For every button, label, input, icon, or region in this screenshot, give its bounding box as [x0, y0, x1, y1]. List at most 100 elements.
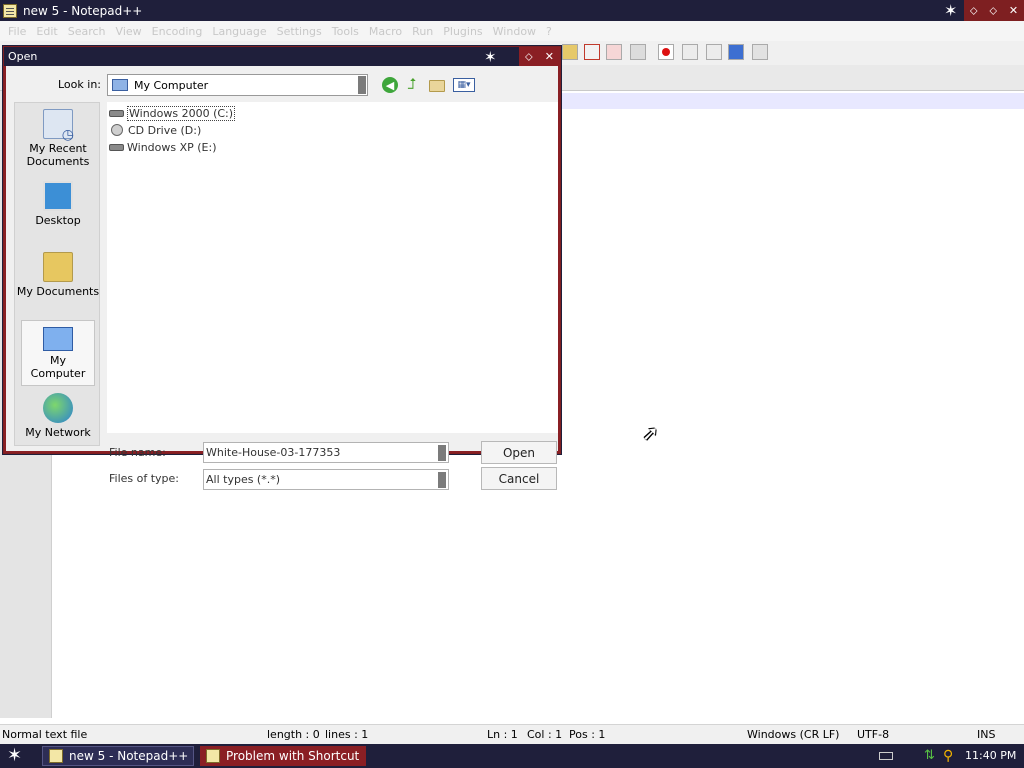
- close-icon[interactable]: ✕: [545, 50, 554, 63]
- back-icon[interactable]: ◀: [382, 77, 398, 93]
- minimize-icon[interactable]: ⬦: [970, 4, 978, 18]
- menu-language[interactable]: Language: [212, 25, 266, 38]
- window-controls: ⬦ ⬦ ✕: [964, 0, 1024, 21]
- view-menu-icon[interactable]: ▦▾: [453, 78, 475, 92]
- start-button[interactable]: ✶: [7, 745, 22, 766]
- status-eol: Windows (CR LF): [747, 728, 840, 741]
- save-macro-icon[interactable]: [752, 44, 768, 60]
- look-in-value: My Computer: [134, 78, 209, 92]
- drive-label: CD Drive (D:): [128, 123, 202, 137]
- star-icon[interactable]: ✶: [944, 1, 957, 20]
- look-in-label: Look in:: [58, 78, 101, 91]
- record-macro-icon[interactable]: [658, 44, 674, 60]
- open-button[interactable]: Open: [481, 441, 557, 464]
- menu-macro[interactable]: Macro: [369, 25, 402, 38]
- status-doc-type: Normal text file: [2, 728, 88, 741]
- replace-icon[interactable]: [584, 44, 600, 60]
- list-item[interactable]: CD Drive (D:): [109, 122, 201, 138]
- my-documents-icon: [43, 252, 73, 282]
- help-icon[interactable]: ⬦: [525, 50, 533, 64]
- status-lines: lines : 1: [325, 728, 369, 741]
- menu-run[interactable]: Run: [412, 25, 433, 38]
- place-label: My Computer: [30, 354, 86, 380]
- mouse-cursor-icon: ➚: [642, 421, 659, 445]
- taskbar: ✶ new 5 - Notepad++ Problem with Shortcu…: [0, 744, 1024, 768]
- place-label: My Documents: [16, 285, 100, 298]
- dropdown-button[interactable]: [438, 472, 446, 488]
- dialog-controls: ⬦ ✕: [519, 47, 560, 66]
- play-macro-icon[interactable]: [706, 44, 722, 60]
- stop-macro-icon[interactable]: [682, 44, 698, 60]
- taskbar-item-notepad[interactable]: new 5 - Notepad++: [42, 746, 194, 766]
- cd-drive-icon: [111, 124, 123, 136]
- run-macro-multiple-icon[interactable]: [728, 44, 744, 60]
- new-folder-icon[interactable]: [429, 80, 445, 92]
- cancel-button[interactable]: Cancel: [481, 467, 557, 490]
- hard-drive-icon: [109, 109, 124, 117]
- menu-encoding[interactable]: Encoding: [152, 25, 203, 38]
- drive-label: Windows XP (E:): [127, 140, 217, 154]
- recent-documents-icon: [43, 109, 74, 142]
- menu-search[interactable]: Search: [68, 25, 106, 38]
- place-my-documents[interactable]: My Documents: [15, 252, 101, 298]
- list-item[interactable]: Windows 2000 (C:): [109, 105, 236, 121]
- menu-file[interactable]: File: [8, 25, 26, 38]
- places-bar: My Recent Documents Desktop My Documents…: [14, 102, 100, 446]
- status-length: length : 0: [267, 728, 320, 741]
- taskbar-item-shortcut[interactable]: Problem with Shortcut: [200, 746, 366, 766]
- status-mode: INS: [977, 728, 996, 741]
- taskbar-item-label: Problem with Shortcut: [226, 749, 360, 763]
- menu-view[interactable]: View: [116, 25, 142, 38]
- zoom-icon[interactable]: [630, 44, 646, 60]
- maximize-icon[interactable]: ⬦: [989, 4, 997, 18]
- menu-window[interactable]: Window: [493, 25, 536, 38]
- my-network-icon: [43, 393, 73, 423]
- look-in-combo[interactable]: My Computer: [107, 74, 368, 96]
- up-folder-icon[interactable]: ⮥: [404, 75, 420, 93]
- desktop-icon: [43, 181, 73, 211]
- menu-help[interactable]: ?: [546, 25, 552, 38]
- place-recent-documents[interactable]: My Recent Documents: [15, 109, 101, 168]
- files-of-type-label: Files of type:: [109, 472, 180, 485]
- find-icon[interactable]: [562, 44, 578, 60]
- my-computer-icon: [112, 79, 128, 91]
- place-my-network[interactable]: My Network: [15, 393, 101, 439]
- notepad-task-icon: [49, 749, 63, 763]
- dropdown-button[interactable]: [358, 76, 366, 94]
- file-name-input[interactable]: White-House-03-177353: [203, 442, 449, 463]
- menu-plugins[interactable]: Plugins: [443, 25, 482, 38]
- place-label: My Recent Documents: [26, 142, 90, 168]
- status-pos: Pos : 1: [569, 728, 606, 741]
- dialog-title: Open: [8, 50, 38, 63]
- menu-bar: File Edit Search View Encoding Language …: [0, 21, 1024, 41]
- place-desktop[interactable]: Desktop: [15, 181, 101, 227]
- star-icon[interactable]: ✶: [484, 48, 497, 66]
- close-icon[interactable]: ✕: [1009, 4, 1018, 17]
- status-bar: Normal text file length : 0 lines : 1 Ln…: [0, 724, 1024, 744]
- bookmark-icon[interactable]: [606, 44, 622, 60]
- place-label: Desktop: [35, 214, 81, 227]
- keyboard-icon[interactable]: [879, 752, 893, 760]
- open-dialog: Open ✶ ⬦ ✕ Look in: My Computer ◀ ⮥ ▦▾ M…: [3, 46, 561, 490]
- notepad-task-icon: [206, 749, 220, 763]
- file-name-value: White-House-03-177353: [206, 446, 341, 459]
- place-my-computer[interactable]: My Computer: [21, 320, 95, 386]
- menu-tools[interactable]: Tools: [332, 25, 359, 38]
- list-item[interactable]: Windows XP (E:): [109, 139, 217, 155]
- drive-label: Windows 2000 (C:): [127, 105, 236, 121]
- menu-edit[interactable]: Edit: [36, 25, 57, 38]
- menu-settings[interactable]: Settings: [277, 25, 322, 38]
- file-list[interactable]: Windows 2000 (C:) CD Drive (D:) Windows …: [107, 102, 558, 433]
- my-computer-icon: [43, 327, 73, 351]
- hard-drive-icon: [109, 143, 124, 151]
- network-tray-icon[interactable]: ⇅: [924, 748, 938, 763]
- clock[interactable]: 11:40 PM: [965, 749, 1016, 762]
- dropdown-button[interactable]: [438, 445, 446, 461]
- window-title: new 5 - Notepad++: [23, 3, 143, 18]
- taskbar-item-label: new 5 - Notepad++: [69, 749, 189, 763]
- notepad-titlebar: new 5 - Notepad++ ✶ ⬦ ⬦ ✕: [0, 0, 1024, 21]
- file-name-label: File name:: [109, 446, 166, 459]
- search-icon[interactable]: ⚲: [943, 748, 953, 764]
- files-of-type-select[interactable]: All types (*.*): [203, 469, 449, 490]
- dialog-titlebar: Open ✶ ⬦ ✕: [4, 47, 560, 66]
